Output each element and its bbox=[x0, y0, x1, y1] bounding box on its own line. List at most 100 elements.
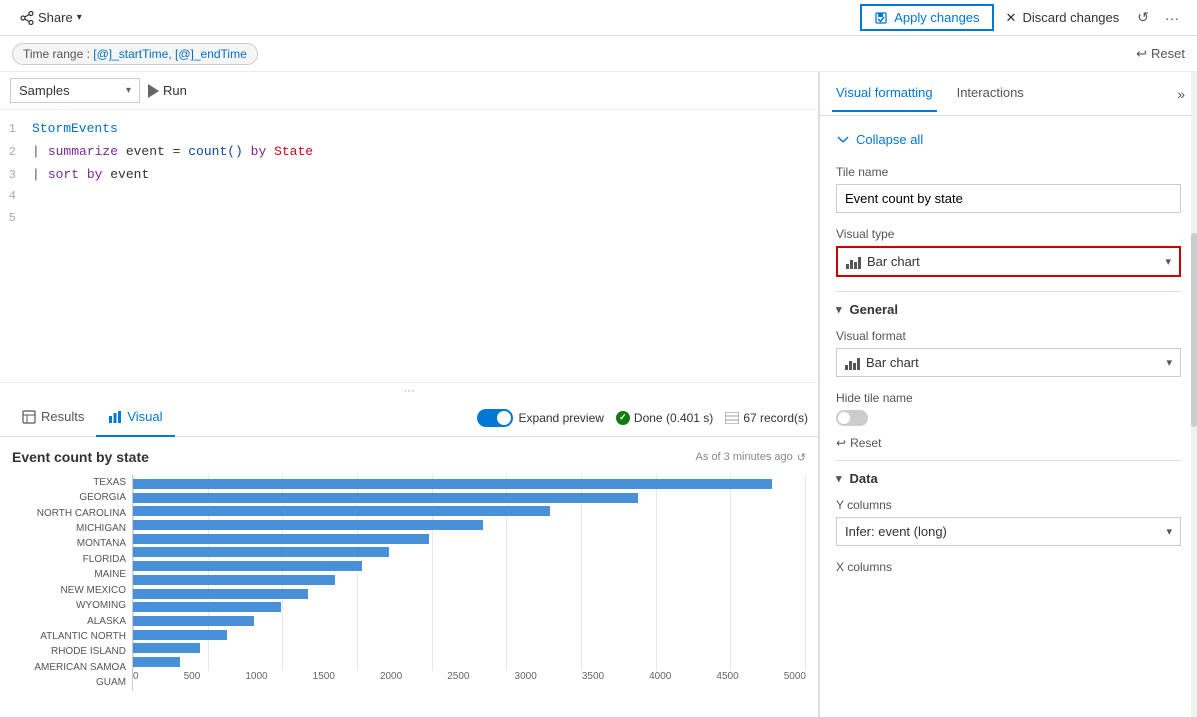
records-badge: 67 record(s) bbox=[725, 411, 808, 425]
query-toolbar: Samples ▾ Run bbox=[0, 72, 818, 110]
timestamp-label: As of 3 minutes ago bbox=[696, 451, 793, 463]
tile-name-label: Tile name bbox=[836, 165, 1181, 179]
refresh-button[interactable]: ↺ bbox=[1131, 5, 1155, 30]
y-label-3: MICHIGAN bbox=[12, 523, 126, 535]
time-range-pill[interactable]: Time range : [@]_startTime, [@]_endTime bbox=[12, 43, 258, 65]
tab-visual-label: Visual bbox=[127, 409, 162, 424]
collapse-all-button[interactable]: Collapse all bbox=[836, 128, 923, 151]
y-label-12: AMERICAN SAMOA bbox=[12, 662, 126, 674]
tab-right-controls: Expand preview ✓ Done (0.401 s) 67 recor… bbox=[477, 409, 808, 427]
run-button[interactable]: Run bbox=[148, 83, 187, 98]
x-label-2500: 2500 bbox=[447, 671, 469, 691]
general-reset-button[interactable]: ↩ Reset bbox=[836, 436, 881, 450]
general-label: General bbox=[850, 302, 898, 317]
tab-visual-formatting[interactable]: Visual formatting bbox=[832, 75, 937, 112]
tile-name-input[interactable] bbox=[836, 184, 1181, 213]
scrollbar-thumb[interactable] bbox=[1191, 233, 1197, 427]
code-line-5: 5 bbox=[0, 208, 818, 229]
bar-alaska bbox=[133, 602, 281, 612]
time-range-label: Time range : bbox=[23, 47, 93, 61]
bar-atlantic bbox=[133, 616, 254, 626]
visual-format-dropdown[interactable]: Bar chart ▾ bbox=[836, 348, 1181, 377]
discard-changes-button[interactable]: ✕ Discard changes bbox=[998, 6, 1128, 30]
y-label-10: ATLANTIC NORTH bbox=[12, 631, 126, 643]
bar-montana bbox=[133, 534, 429, 544]
records-label: 67 record(s) bbox=[743, 411, 808, 425]
time-range-bar: Time range : [@]_startTime, [@]_endTime … bbox=[0, 36, 1197, 72]
x-columns-label: X columns bbox=[836, 560, 1181, 574]
general-section-header[interactable]: ▾ General bbox=[836, 302, 1181, 317]
left-panel: Samples ▾ Run 1 StormEvents 2 | summariz… bbox=[0, 72, 819, 717]
apply-changes-label: Apply changes bbox=[894, 10, 979, 25]
bar-texas bbox=[133, 479, 772, 489]
tab-results[interactable]: Results bbox=[10, 399, 96, 437]
hide-tile-toggle[interactable] bbox=[836, 410, 868, 426]
refresh-chart-icon[interactable]: ↺ bbox=[797, 451, 806, 464]
x-label-5000: 5000 bbox=[784, 671, 806, 691]
expand-panel-icon[interactable]: » bbox=[1177, 86, 1185, 102]
toggle-knob bbox=[497, 411, 511, 425]
x-label-1500: 1500 bbox=[313, 671, 335, 691]
data-label: Data bbox=[850, 471, 878, 486]
kw-by: by bbox=[251, 142, 267, 163]
expand-toggle[interactable] bbox=[477, 409, 513, 427]
visual-type-dropdown[interactable]: Bar chart ▾ bbox=[836, 246, 1181, 277]
bar-row-samoa bbox=[133, 642, 806, 656]
share-button[interactable]: Share ▾ bbox=[12, 6, 90, 29]
kw-count: count() bbox=[188, 142, 243, 163]
bar-row-wyoming bbox=[133, 587, 806, 601]
apply-changes-button[interactable]: Apply changes bbox=[860, 4, 993, 31]
results-visual-tabs: Results Visual Expand preview bbox=[0, 399, 818, 437]
run-triangle-icon bbox=[148, 84, 159, 98]
reset-button[interactable]: ↩ Reset bbox=[1136, 46, 1185, 62]
bar-rhode bbox=[133, 630, 227, 640]
tab-visual-formatting-label: Visual formatting bbox=[836, 85, 933, 100]
tab-visual[interactable]: Visual bbox=[96, 399, 174, 437]
visual-format-chevron: ▾ bbox=[1166, 356, 1172, 369]
y-columns-dropdown[interactable]: Infer: event (long) ▾ bbox=[836, 517, 1181, 546]
database-selector[interactable]: Samples ▾ bbox=[10, 78, 140, 103]
bar-row-georgia bbox=[133, 491, 806, 505]
y-label-9: ALASKA bbox=[12, 616, 126, 628]
bar-chart-container: TEXAS GEORGIA NORTH CAROLINA MICHIGAN MO… bbox=[12, 475, 806, 691]
divider-1 bbox=[836, 291, 1181, 292]
main-layout: Samples ▾ Run 1 StormEvents 2 | summariz… bbox=[0, 72, 1197, 717]
bar-newmexico bbox=[133, 575, 335, 585]
done-label: Done (0.401 s) bbox=[634, 411, 713, 425]
line-num-4: 4 bbox=[0, 187, 32, 206]
y-columns-value: Infer: event (long) bbox=[845, 524, 947, 539]
tab-interactions[interactable]: Interactions bbox=[953, 75, 1028, 112]
y-columns-chevron: ▾ bbox=[1166, 525, 1172, 538]
top-bar: Share ▾ Apply changes ✕ Discard changes … bbox=[0, 0, 1197, 36]
more-options-button[interactable]: ··· bbox=[1159, 6, 1185, 30]
visual-type-value: Bar chart bbox=[867, 254, 920, 269]
bar-nc bbox=[133, 506, 550, 516]
refresh-icon: ↺ bbox=[1137, 9, 1149, 25]
x-label-0: 0 bbox=[133, 671, 139, 691]
more-icon: ··· bbox=[1165, 10, 1179, 26]
code-line-1: 1 StormEvents bbox=[0, 118, 818, 141]
bar-florida bbox=[133, 547, 389, 557]
code-editor[interactable]: 1 StormEvents 2 | summarize event = coun… bbox=[0, 110, 818, 383]
y-columns-label: Y columns bbox=[836, 498, 1181, 512]
code-storm-events: StormEvents bbox=[32, 119, 118, 140]
data-section-header[interactable]: ▾ Data bbox=[836, 471, 1181, 486]
bar-samoa bbox=[133, 643, 200, 653]
bar-row-newmexico bbox=[133, 573, 806, 587]
bar-michigan bbox=[133, 520, 483, 530]
data-chevron-icon: ▾ bbox=[836, 472, 842, 485]
visual-format-value: Bar chart bbox=[866, 355, 919, 370]
done-circle-icon: ✓ bbox=[616, 411, 630, 425]
visual-type-label: Visual type bbox=[836, 227, 1181, 241]
bar-row-guam bbox=[133, 655, 806, 669]
y-label-13: GUAM bbox=[12, 677, 126, 689]
pipe-2: | bbox=[32, 165, 40, 186]
y-label-0: TEXAS bbox=[12, 477, 126, 489]
x-label-3500: 3500 bbox=[582, 671, 604, 691]
bar-chart-icon-small bbox=[846, 255, 861, 269]
y-label-5: FLORIDA bbox=[12, 554, 126, 566]
x-label-500: 500 bbox=[184, 671, 201, 691]
bars-container bbox=[133, 475, 806, 671]
right-content: Collapse all Tile name Visual type Bar c… bbox=[820, 116, 1197, 591]
top-bar-left: Share ▾ bbox=[12, 6, 90, 29]
